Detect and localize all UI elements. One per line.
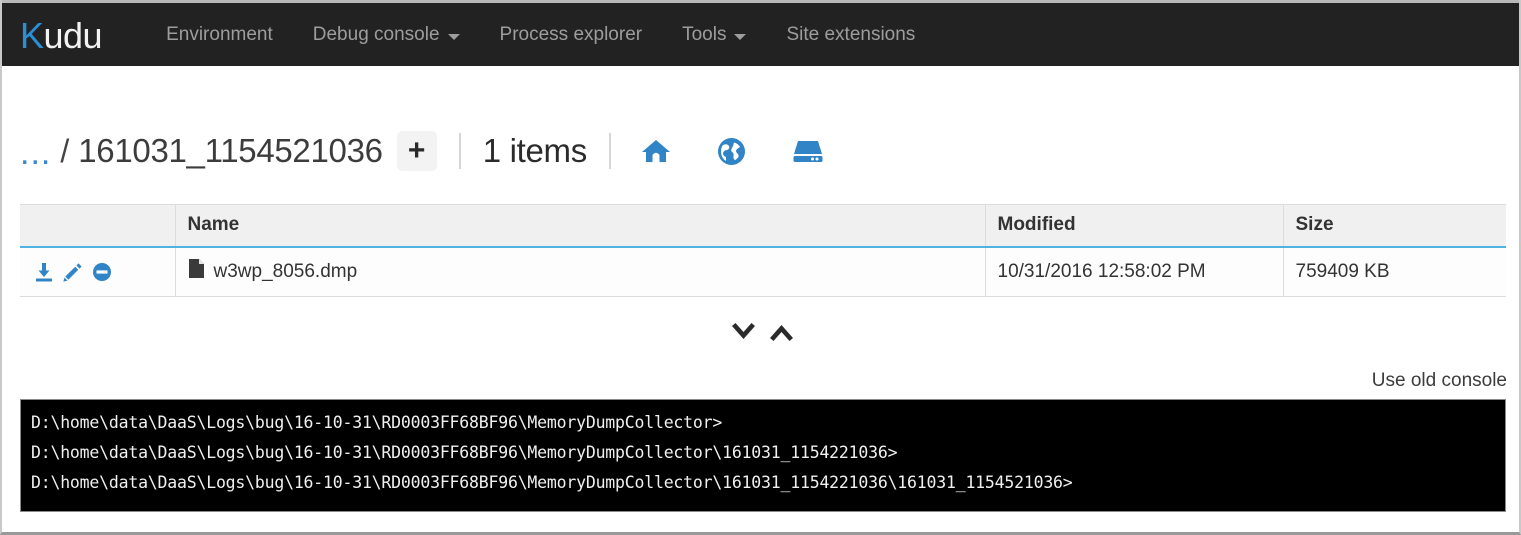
- add-file-button-label: +: [407, 134, 426, 167]
- download-icon[interactable]: [32, 260, 56, 284]
- breadcrumb: ... / 161031_1154521036 + 1 items: [20, 122, 825, 180]
- edit-icon[interactable]: [61, 260, 85, 284]
- column-header-modified[interactable]: Modified: [985, 204, 1284, 248]
- column-header-name[interactable]: Name: [175, 204, 986, 248]
- file-name-link[interactable]: w3wp_8056.dmp: [214, 261, 358, 283]
- chevron-down-icon: [447, 33, 460, 40]
- kudu-logo-text: udu: [43, 14, 103, 56]
- console-line: D:\home\data\DaaS\Logs\bug\16-10-31\RD00…: [31, 473, 1073, 492]
- file-name-wrapper: w3wp_8056.dmp: [188, 258, 973, 285]
- nav-item-site-extensions-label: Site extensions: [786, 23, 916, 45]
- globe-icon[interactable]: [715, 134, 749, 168]
- file-list-table: Name Modified Size w3wp_8056.dmp 10/31/2…: [20, 204, 1506, 297]
- nav-item-tools[interactable]: Tools: [662, 2, 766, 68]
- use-old-console-link[interactable]: Use old console: [1372, 370, 1507, 392]
- nav-item-tools-label: Tools: [682, 23, 727, 45]
- file-list-body: w3wp_8056.dmp 10/31/2016 12:58:02 PM 759…: [20, 246, 1506, 297]
- home-icon[interactable]: [639, 134, 673, 168]
- file-icon: [188, 258, 205, 285]
- kudu-logo-initial: K: [20, 14, 44, 56]
- chevron-down-icon[interactable]: [730, 322, 757, 347]
- console-line: D:\home\data\DaaS\Logs\bug\16-10-31\RD00…: [31, 443, 898, 462]
- breadcrumb-parent-link[interactable]: ...: [20, 134, 51, 173]
- toolbar-divider: [458, 133, 461, 169]
- nav-item-site-extensions[interactable]: Site extensions: [766, 2, 935, 68]
- breadcrumb-separator: /: [60, 132, 70, 169]
- nav-item-process-explorer-label: Process explorer: [499, 23, 643, 45]
- nav-item-environment[interactable]: Environment: [146, 2, 293, 68]
- top-navbar: Kudu Environment Debug console Process e…: [2, 0, 1519, 68]
- nav-item-debug-console-label: Debug console: [312, 23, 440, 45]
- row-modified-cell: 10/31/2016 12:58:02 PM: [985, 246, 1284, 297]
- chevron-down-icon: [734, 33, 747, 40]
- table-row: w3wp_8056.dmp 10/31/2016 12:58:02 PM 759…: [20, 246, 1506, 297]
- nav-item-environment-label: Environment: [166, 23, 273, 45]
- breadcrumb-current-folder: 161031_1154521036: [78, 132, 383, 169]
- kudu-logo[interactable]: Kudu: [20, 14, 103, 56]
- kudu-page: Kudu Environment Debug console Process e…: [0, 0, 1521, 535]
- table-header-row: Name Modified Size: [20, 204, 1506, 248]
- chevron-up-icon[interactable]: [768, 322, 795, 347]
- row-actions: [32, 260, 163, 284]
- row-name-cell: w3wp_8056.dmp: [175, 246, 986, 297]
- column-header-size[interactable]: Size: [1283, 204, 1506, 248]
- items-count: 1 items: [482, 132, 588, 169]
- delete-icon[interactable]: [90, 260, 114, 284]
- console-output[interactable]: D:\home\data\DaaS\Logs\bug\16-10-31\RD00…: [20, 399, 1506, 512]
- nav-item-debug-console[interactable]: Debug console: [293, 2, 480, 68]
- console-resize-controls: [2, 322, 1519, 347]
- add-file-button[interactable]: +: [396, 131, 437, 171]
- toolbar-icons: [639, 134, 825, 168]
- row-size-cell: 759409 KB: [1283, 246, 1506, 297]
- file-list-head: Name Modified Size: [20, 204, 1506, 248]
- nav-item-process-explorer[interactable]: Process explorer: [480, 2, 663, 68]
- drive-icon[interactable]: [791, 134, 825, 168]
- console-line: D:\home\data\DaaS\Logs\bug\16-10-31\RD00…: [31, 413, 723, 432]
- column-header-actions: [20, 204, 176, 248]
- row-actions-cell: [20, 246, 176, 297]
- toolbar-divider: [608, 133, 611, 169]
